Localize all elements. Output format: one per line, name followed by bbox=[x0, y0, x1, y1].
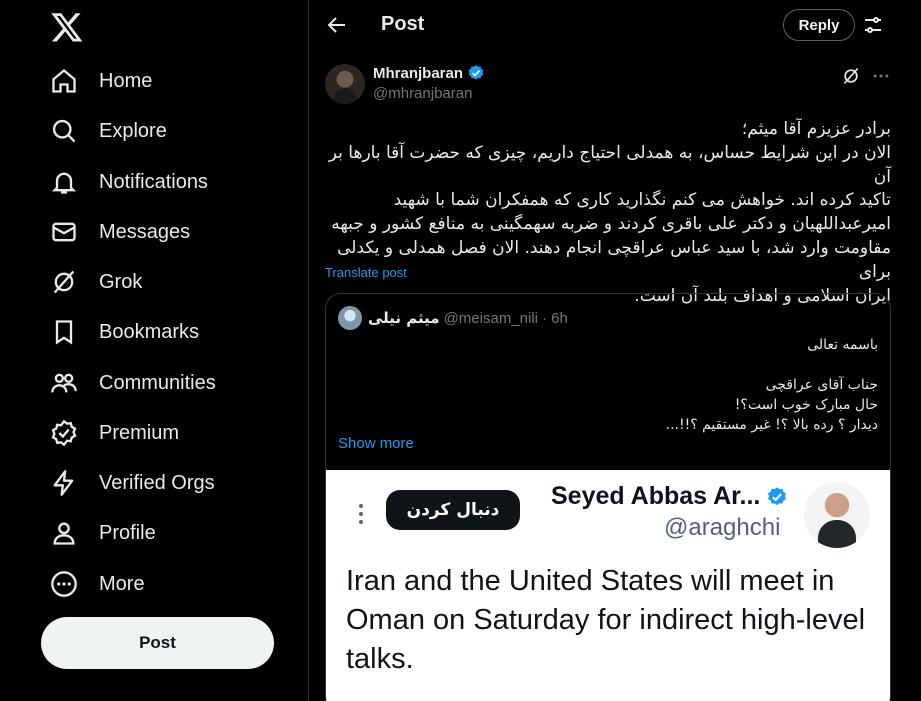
media-verified-icon bbox=[768, 486, 787, 505]
media-text: Iran and the United States will meet in … bbox=[346, 565, 866, 675]
nav-more-label: More bbox=[99, 572, 145, 595]
post-button[interactable]: Post bbox=[41, 617, 274, 669]
nav-bookmarks-label: Bookmarks bbox=[99, 320, 200, 343]
quote-time: · 6h bbox=[542, 309, 568, 327]
nav-more[interactable]: More bbox=[50, 562, 145, 606]
quote-line: جناب آقای عراقچی bbox=[765, 377, 878, 393]
media-author: Seyed Abbas Ar... bbox=[551, 482, 788, 511]
grok-icon[interactable] bbox=[841, 66, 861, 86]
nav-messages[interactable]: Messages bbox=[50, 210, 190, 254]
lightning-icon bbox=[53, 470, 74, 496]
left-sidebar: Home Explore Notifications Messages Grok… bbox=[0, 0, 308, 701]
nav-premium[interactable]: Premium bbox=[50, 411, 179, 455]
nav-premium-label: Premium bbox=[99, 421, 180, 444]
tweet-line: امیرعبداللهیان و دکتر علی باقری کردند و … bbox=[331, 214, 891, 235]
scrollbar[interactable] bbox=[906, 0, 921, 701]
nav-home[interactable]: Home bbox=[50, 59, 152, 103]
nav-grok[interactable]: Grok bbox=[50, 260, 142, 304]
envelope-icon bbox=[52, 222, 76, 242]
nav-notifications[interactable]: Notifications bbox=[50, 160, 208, 204]
nav-messages-label: Messages bbox=[99, 220, 191, 243]
author-name-text: Mhranjbaran bbox=[373, 64, 464, 82]
bell-icon bbox=[51, 172, 77, 194]
nav-explore-label: Explore bbox=[99, 119, 167, 142]
more-options-icon[interactable] bbox=[871, 66, 891, 86]
nav-explore[interactable]: Explore bbox=[50, 109, 167, 153]
home-icon bbox=[52, 68, 76, 93]
bookmark-icon bbox=[55, 320, 73, 345]
tweet-line: مقاومت وارد شد، با سید عباس عراقچی انجام… bbox=[337, 237, 891, 282]
media-author-name: Seyed Abbas Ar... bbox=[551, 482, 761, 510]
tweet-line: برادر عزیزم آقا میثم؛ bbox=[741, 119, 891, 139]
grok-icon bbox=[53, 270, 75, 294]
quote-text: باسمه تعالی جناب آقای عراقچی حال مبارک خ… bbox=[338, 335, 878, 435]
nav-verified-orgs-label: Verified Orgs bbox=[99, 471, 215, 494]
nav-home-label: Home bbox=[99, 69, 153, 92]
nav-profile[interactable]: Profile bbox=[50, 511, 156, 555]
show-more-link[interactable]: Show more bbox=[338, 435, 414, 452]
nav-communities[interactable]: Communities bbox=[50, 361, 216, 405]
author-name[interactable]: Mhranjbaran bbox=[373, 64, 485, 82]
quoted-post[interactable]: میثم نیلی @meisam_nili · 6h باسمه تعالی … bbox=[325, 293, 891, 701]
nav-grok-label: Grok bbox=[99, 270, 143, 293]
nav-bookmarks[interactable]: Bookmarks bbox=[50, 310, 199, 354]
nav-profile-label: Profile bbox=[99, 521, 156, 544]
media-avatar bbox=[804, 482, 870, 548]
nav-communities-label: Communities bbox=[99, 371, 216, 394]
translate-post-link[interactable]: Translate post bbox=[325, 265, 407, 280]
quote-header: میثم نیلی @meisam_nili · 6h bbox=[368, 309, 568, 327]
quote-author-handle: @meisam_nili bbox=[443, 309, 538, 327]
quote-line: باسمه تعالی bbox=[807, 337, 878, 353]
media-author-handle: @araghchi bbox=[664, 514, 781, 541]
quote-media-image[interactable]: دنبال کردن Seyed Abbas Ar... @araghchi I… bbox=[326, 470, 890, 701]
reply-button[interactable]: Reply bbox=[783, 9, 855, 41]
tweet-line: تاکید کرده اند. خواهش می کنم نگذارید کار… bbox=[393, 190, 891, 211]
person-icon bbox=[53, 522, 75, 545]
sliders-icon[interactable] bbox=[861, 13, 885, 37]
quote-author-name: میثم نیلی bbox=[368, 309, 440, 327]
nav-verified-orgs[interactable]: Verified Orgs bbox=[50, 461, 215, 505]
post-header: Post Reply bbox=[309, 0, 906, 50]
tweet-line: الان در این شرایط حساس، به همدلی احتیاج … bbox=[328, 142, 891, 187]
vertical-dots-icon bbox=[359, 504, 363, 524]
author-handle[interactable]: @mhranjbaran bbox=[373, 85, 472, 102]
search-icon bbox=[52, 119, 76, 143]
quote-avatar bbox=[338, 306, 362, 330]
back-arrow-icon[interactable] bbox=[325, 13, 349, 37]
page-title: Post bbox=[381, 13, 425, 35]
media-follow-button: دنبال کردن bbox=[386, 490, 520, 530]
nav-notifications-label: Notifications bbox=[99, 170, 208, 193]
verified-badge-icon bbox=[468, 65, 484, 80]
author-avatar[interactable] bbox=[325, 64, 365, 104]
premium-icon bbox=[51, 419, 77, 447]
tweet-text: برادر عزیزم آقا میثم؛ الان در این شرایط … bbox=[325, 118, 891, 308]
quote-line: حال مبارک خوب است؟! bbox=[734, 397, 878, 413]
communities-icon bbox=[51, 373, 77, 393]
more-circle-icon bbox=[51, 571, 77, 597]
post-detail: Post Reply Mhranjbaran @mhranjbaran براد… bbox=[309, 0, 906, 701]
quote-line bbox=[338, 355, 878, 375]
quote-line: دیدار ؟ رده بالا ؟! غیر مستقیم ؟!!... bbox=[665, 417, 878, 433]
x-logo-icon[interactable] bbox=[50, 10, 84, 44]
